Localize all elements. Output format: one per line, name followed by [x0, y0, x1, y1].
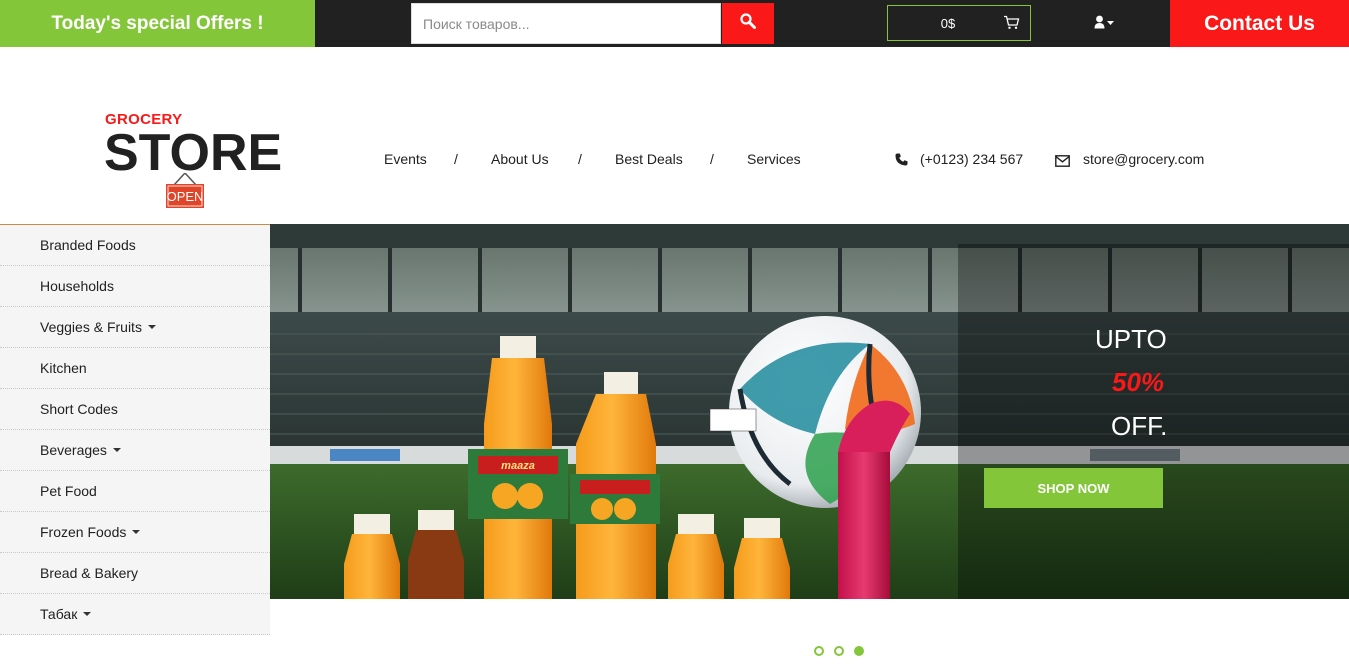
sidebar-item-short-codes[interactable]: Short Codes — [0, 389, 270, 430]
nav-item-about-us[interactable]: About Us — [491, 151, 549, 167]
sidebar-item-beverages[interactable]: Beverages — [0, 430, 270, 471]
sidebar-item-label: Kitchen — [40, 360, 87, 376]
store-logo[interactable]: GROCERY STORE OPEN — [104, 110, 283, 210]
caret-down-icon — [132, 530, 141, 534]
promo-off-text: OFF. — [1111, 411, 1168, 441]
phone-number[interactable]: (+0123) 234 567 — [920, 151, 1023, 167]
nav-item-services[interactable]: Services — [747, 151, 801, 167]
promo-discount-percent: 50% — [1112, 367, 1165, 397]
cart-icon — [1003, 15, 1020, 33]
envelope-icon — [1055, 154, 1070, 172]
search-icon — [739, 12, 757, 35]
phone-icon — [895, 153, 908, 171]
bottle-brand-text: maaza — [501, 460, 535, 472]
sidebar-item-табак[interactable]: Табак — [0, 594, 270, 635]
sidebar-item-label: Households — [40, 278, 114, 294]
category-sidebar: Branded Foods Households Veggies & Fruits K… — [0, 224, 270, 635]
carousel-indicators — [814, 646, 864, 656]
cart-amount: 0$ — [940, 15, 956, 31]
search-button[interactable] — [722, 3, 774, 44]
logo-store-text: STORE — [104, 124, 283, 182]
nav-item-events[interactable]: Events — [384, 151, 427, 167]
hero-banner: maaza UPTO 50% OFF. SHOP NOW — [270, 224, 1349, 599]
sidebar-item-label: Pet Food — [40, 483, 97, 499]
email-address[interactable]: store@grocery.com — [1083, 151, 1204, 167]
sidebar-item-kitchen[interactable]: Kitchen — [0, 348, 270, 389]
sidebar-item-label: Beverages — [40, 442, 107, 458]
special-offers-banner[interactable]: Today's special Offers ! — [0, 0, 315, 47]
sidebar-item-households[interactable]: Households — [0, 266, 270, 307]
sidebar-item-label: Frozen Foods — [40, 524, 127, 540]
sidebar-item-pet-food[interactable]: Pet Food — [0, 471, 270, 512]
sidebar-item-label: Bread & Bakery — [40, 565, 139, 581]
sidebar-item-branded-foods[interactable]: Branded Foods — [0, 225, 270, 266]
nav-separator: / — [578, 151, 582, 167]
caret-down-icon — [147, 325, 156, 329]
promo-upto-text: UPTO — [1095, 324, 1167, 354]
nav-separator: / — [454, 151, 458, 167]
sidebar-item-bread-bakery[interactable]: Bread & Bakery — [0, 553, 270, 594]
sidebar-item-label: Branded Foods — [40, 237, 136, 253]
user-menu-button[interactable] — [1094, 15, 1118, 33]
caret-down-icon — [83, 612, 92, 616]
user-icon — [1094, 15, 1116, 34]
sidebar-item-label: Short Codes — [40, 401, 118, 417]
nav-item-best-deals[interactable]: Best Deals — [615, 151, 683, 167]
open-sign-text: OPEN — [167, 189, 204, 204]
cart-button[interactable]: 0$ — [887, 5, 1031, 41]
shop-now-button[interactable]: SHOP NOW — [984, 468, 1163, 508]
sidebar-item-label: Veggies & Fruits — [40, 319, 142, 335]
caret-down-icon — [112, 448, 121, 452]
carousel-dot[interactable] — [854, 646, 864, 656]
sidebar-item-frozen-foods[interactable]: Frozen Foods — [0, 512, 270, 553]
sidebar-item-label: Табак — [40, 606, 78, 622]
nav-separator: / — [710, 151, 714, 167]
carousel-dot[interactable] — [834, 646, 844, 656]
open-sign-icon: OPEN — [166, 173, 204, 208]
contact-us-button[interactable]: Contact Us — [1170, 0, 1349, 47]
search-input[interactable] — [411, 3, 721, 44]
sidebar-item-veggies-fruits[interactable]: Veggies & Fruits — [0, 307, 270, 348]
carousel-dot[interactable] — [814, 646, 824, 656]
